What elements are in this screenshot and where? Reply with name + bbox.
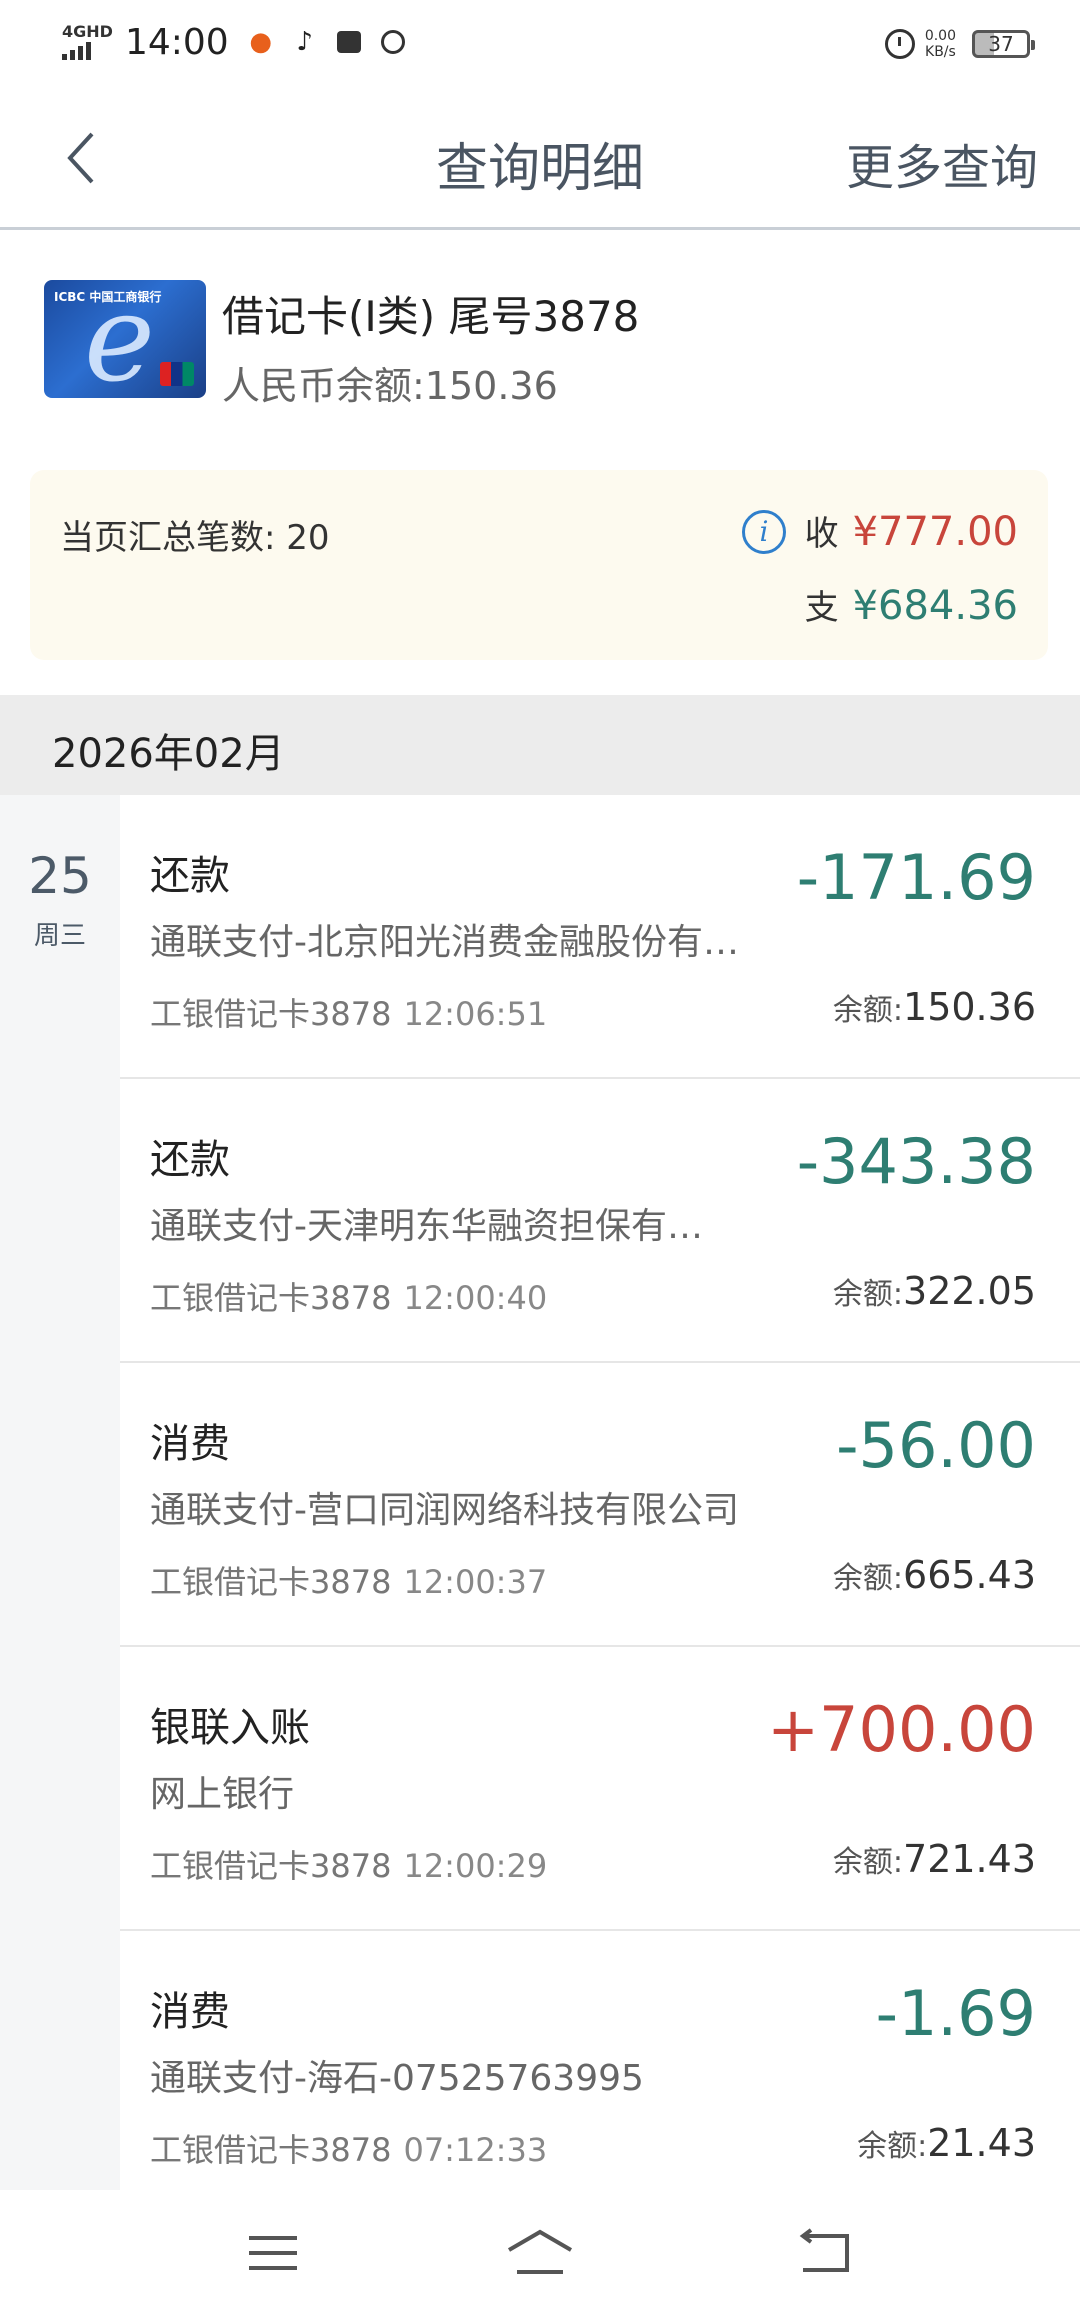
battery-icon: 37 [972,30,1035,58]
transaction-amount: -343.38 [796,1125,1036,1198]
card-image: ICBC 中国工商银行 e [44,280,206,398]
transaction-description: 通联支付-天津明东华融资担保有… [150,1206,703,1247]
expense-total: 支 ¥684.36 [804,583,1018,629]
transaction-amount: -56.00 [836,1409,1036,1482]
income-total: 收 ¥777.00 [804,509,1018,555]
pumpkin-icon: ● [249,27,273,57]
page-summary: 当页汇总笔数: 20 i 收 ¥777.00 支 ¥684.36 [30,470,1048,660]
info-icon[interactable]: i [742,510,786,554]
network-type: 4GHD [62,22,113,41]
transaction-description: 通联支付-北京阳光消费金融股份有… [150,922,739,963]
home-icon[interactable] [505,2228,575,2278]
unionpay-icon [160,362,194,386]
transaction-card: 工银借记卡3878 12:00:37 [150,1563,548,1601]
transaction-row[interactable]: 消费 通联支付-营口同润网络科技有限公司 工银借记卡3878 12:00:37 -… [120,1363,1080,1647]
transaction-amount: -171.69 [796,841,1036,914]
transaction-time: 12:06:51 [403,995,548,1033]
transaction-balance: 余额:322.05 [832,1269,1036,1313]
app-icon [377,26,409,58]
expense-amount: ¥684.36 [852,583,1018,629]
transaction-description: 通联支付-海石-07525763995 [150,2058,644,2099]
transaction-card: 工银借记卡3878 12:00:29 [150,1847,548,1885]
transaction-row[interactable]: 还款 通联支付-北京阳光消费金融股份有… 工银借记卡3878 12:06:51 -… [120,795,1080,1079]
transaction-row[interactable]: 银联入账 网上银行 工银借记卡3878 12:00:29 +700.00 余额:7… [120,1647,1080,1931]
transaction-type: 还款 [150,1137,230,1183]
status-bar: 4GHD 14:00 ● ♪ 0.00 KB/s 37 [0,0,1080,88]
transaction-amount: -1.69 [875,1977,1036,2050]
transaction-card: 工银借记卡3878 12:00:40 [150,1279,548,1317]
transaction-balance: 余额:21.43 [857,2121,1036,2165]
tiktok-icon: ♪ [296,27,313,57]
transaction-row[interactable]: 还款 通联支付-天津明东华融资担保有… 工银借记卡3878 12:00:40 -3… [120,1079,1080,1363]
transaction-time: 12:00:37 [403,1563,548,1601]
transaction-balance: 余额:150.36 [832,985,1036,1029]
month-label: 2026年02月 [52,731,285,777]
more-query-button[interactable]: 更多查询 [846,128,1038,198]
network-speed: 0.00 KB/s [924,28,956,60]
transaction-description: 通联支付-营口同润网络科技有限公司 [150,1490,739,1531]
transaction-card: 工银借记卡3878 07:12:33 [150,2131,548,2169]
transaction-time: 12:00:29 [403,1847,548,1885]
transaction-description: 网上银行 [150,1774,295,1815]
summary-count: 当页汇总笔数: 20 [60,518,330,558]
transaction-type: 消费 [150,1989,230,2035]
signal-icon: 4GHD [62,24,113,60]
transaction-list: 25 周三 还款 通联支付-北京阳光消费金融股份有… 工银借记卡3878 12:0… [0,795,1080,2190]
transaction-type: 消费 [150,1421,230,1467]
transaction-row[interactable]: 消费 通联支付-海石-07525763995 工银借记卡3878 07:12:33… [120,1931,1080,2215]
app-header: 查询明细 更多查询 [0,88,1080,230]
month-header: 2026年02月 [0,695,1080,795]
account-name: 借记卡(Ⅰ类) 尾号3878 [222,292,640,341]
transaction-time: 07:12:33 [403,2131,548,2169]
date-column: 25 周三 [0,795,120,2190]
transaction-card: 工银借记卡3878 12:06:51 [150,995,548,1033]
status-time: 14:00 [124,21,229,63]
alarm-icon [884,29,915,59]
menu-icon[interactable] [243,2228,303,2278]
transaction-balance: 余额:721.43 [832,1837,1036,1881]
transaction-type: 银联入账 [150,1705,310,1751]
back-icon[interactable] [795,2228,855,2278]
transaction-amount: +700.00 [767,1693,1036,1766]
transaction-time: 12:00:40 [403,1279,548,1317]
system-nav-bar [0,2190,1080,2316]
account-balance: 人民币余额:150.36 [222,364,558,408]
income-amount: ¥777.00 [852,509,1018,555]
mail-icon [333,26,365,58]
transaction-balance: 余额:665.43 [832,1553,1036,1597]
weekday: 周三 [33,921,86,951]
transaction-type: 还款 [150,853,230,899]
day-number: 25 [28,847,92,905]
